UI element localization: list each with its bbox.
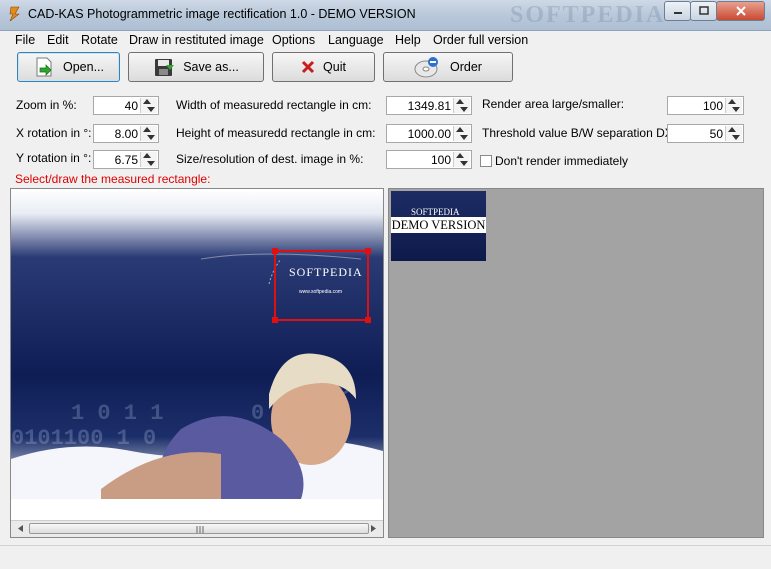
spin-arrows-icon[interactable] <box>453 152 470 167</box>
spin-arrows-icon[interactable] <box>140 98 157 113</box>
dont-render-checkbox[interactable] <box>480 155 492 167</box>
spin-arrows-icon[interactable] <box>453 98 470 113</box>
order-button[interactable]: Order <box>383 52 513 82</box>
scroll-left-icon[interactable] <box>13 521 29 536</box>
menu-rotate[interactable]: Rotate <box>81 33 118 47</box>
source-image-panel[interactable]: 0101100 1 0 1 0 1 1 0 1 1 1 0 SOFTPEDIA <box>10 188 384 538</box>
save-as-button[interactable]: Save as... <box>128 52 264 82</box>
open-button-label: Open... <box>63 60 104 74</box>
menu-help[interactable]: Help <box>395 33 421 47</box>
result-thumbnail: SOFTPEDIA DEMO VERSION <box>391 191 486 261</box>
source-photo[interactable]: 0101100 1 0 1 0 1 1 0 1 1 1 0 SOFTPEDIA <box>11 189 383 499</box>
select-rectangle-hint: Select/draw the measured rectangle: <box>15 172 211 186</box>
close-icon <box>735 6 746 16</box>
height-label: Height of measuredd rectangle in cm: <box>176 126 376 140</box>
scrollbar-thumb[interactable] <box>29 523 369 534</box>
height-spinner[interactable]: 1000.00 <box>386 124 472 143</box>
photo-art: 0101100 1 0 1 0 1 1 0 1 1 1 0 <box>11 248 383 499</box>
demo-version-band: DEMO VERSION <box>391 217 486 233</box>
xrot-value: 8.00 <box>114 127 138 141</box>
threshold-spinner[interactable]: 50 <box>667 124 744 143</box>
app-icon <box>9 6 20 22</box>
scroll-right-icon[interactable] <box>365 521 381 536</box>
yrot-spinner[interactable]: 6.75 <box>93 150 159 169</box>
svg-text:1 0 1 1: 1 0 1 1 <box>71 401 163 426</box>
result-image-panel[interactable]: SOFTPEDIA DEMO VERSION <box>388 188 764 538</box>
close-button[interactable] <box>716 1 765 21</box>
save-icon <box>155 59 175 76</box>
photo-banner-url: www.softpedia.com <box>299 289 343 295</box>
minimize-icon <box>673 12 682 14</box>
open-button[interactable]: Open... <box>17 52 120 82</box>
result-top-text: SOFTPEDIA <box>411 207 460 217</box>
render-area-label: Render area large/smaller: <box>482 97 625 111</box>
quit-icon <box>301 60 315 74</box>
spin-arrows-icon[interactable] <box>453 126 470 141</box>
dont-render-label[interactable]: Don't render immediately <box>495 154 628 168</box>
threshold-value: 50 <box>709 127 723 141</box>
minimize-button[interactable] <box>664 1 691 21</box>
menu-options[interactable]: Options <box>272 33 315 47</box>
size-spinner[interactable]: 100 <box>386 150 472 169</box>
zoom-label: Zoom in %: <box>16 98 77 112</box>
title-watermark: SOFTPEDIA <box>510 2 666 28</box>
photo-banner-text: SOFTPEDIA <box>289 265 363 279</box>
yrot-label: Y rotation in °: <box>16 151 92 165</box>
menu-language[interactable]: Language <box>328 33 384 47</box>
xrot-spinner[interactable]: 8.00 <box>93 124 159 143</box>
status-bar <box>0 545 771 569</box>
spin-arrows-icon[interactable] <box>140 126 157 141</box>
zoom-spinner[interactable]: 40 <box>93 96 159 115</box>
yrot-value: 6.75 <box>114 153 138 167</box>
render-area-spinner[interactable]: 100 <box>667 96 744 115</box>
spin-arrows-icon[interactable] <box>725 126 742 141</box>
order-icon <box>414 57 439 78</box>
maximize-button[interactable] <box>690 1 717 21</box>
spin-arrows-icon[interactable] <box>140 152 157 167</box>
threshold-label: Threshold value B/W separation DXF: <box>482 126 684 140</box>
menu-file[interactable]: File <box>15 33 35 47</box>
menu-order[interactable]: Order full version <box>433 33 528 47</box>
width-spinner[interactable]: 1349.81 <box>386 96 472 115</box>
maximize-icon <box>698 6 709 15</box>
width-value: 1349.81 <box>407 99 451 113</box>
xrot-label: X rotation in °: <box>16 126 92 140</box>
size-label: Size/resolution of dest. image in %: <box>176 152 364 166</box>
menu-draw[interactable]: Draw in restituted image <box>129 33 264 47</box>
spin-arrows-icon[interactable] <box>725 98 742 113</box>
zoom-value: 40 <box>124 99 138 113</box>
width-label: Width of measuredd rectangle in cm: <box>176 98 372 112</box>
grip-icon <box>196 526 204 533</box>
quit-button[interactable]: Quit <box>272 52 375 82</box>
menu-edit[interactable]: Edit <box>47 33 69 47</box>
save-as-label: Save as... <box>183 60 239 74</box>
render-area-value: 100 <box>702 99 723 113</box>
height-value: 1000.00 <box>407 127 451 141</box>
menu-bar: File Edit Rotate Draw in restituted imag… <box>0 31 771 50</box>
horizontal-scrollbar[interactable] <box>11 520 383 537</box>
window-title: CAD-KAS Photogrammetric image rectificat… <box>28 7 416 21</box>
order-label: Order <box>450 60 482 74</box>
open-file-icon <box>36 57 52 77</box>
quit-label: Quit <box>323 60 346 74</box>
size-value: 100 <box>430 153 451 167</box>
title-bar: CAD-KAS Photogrammetric image rectificat… <box>0 0 771 31</box>
